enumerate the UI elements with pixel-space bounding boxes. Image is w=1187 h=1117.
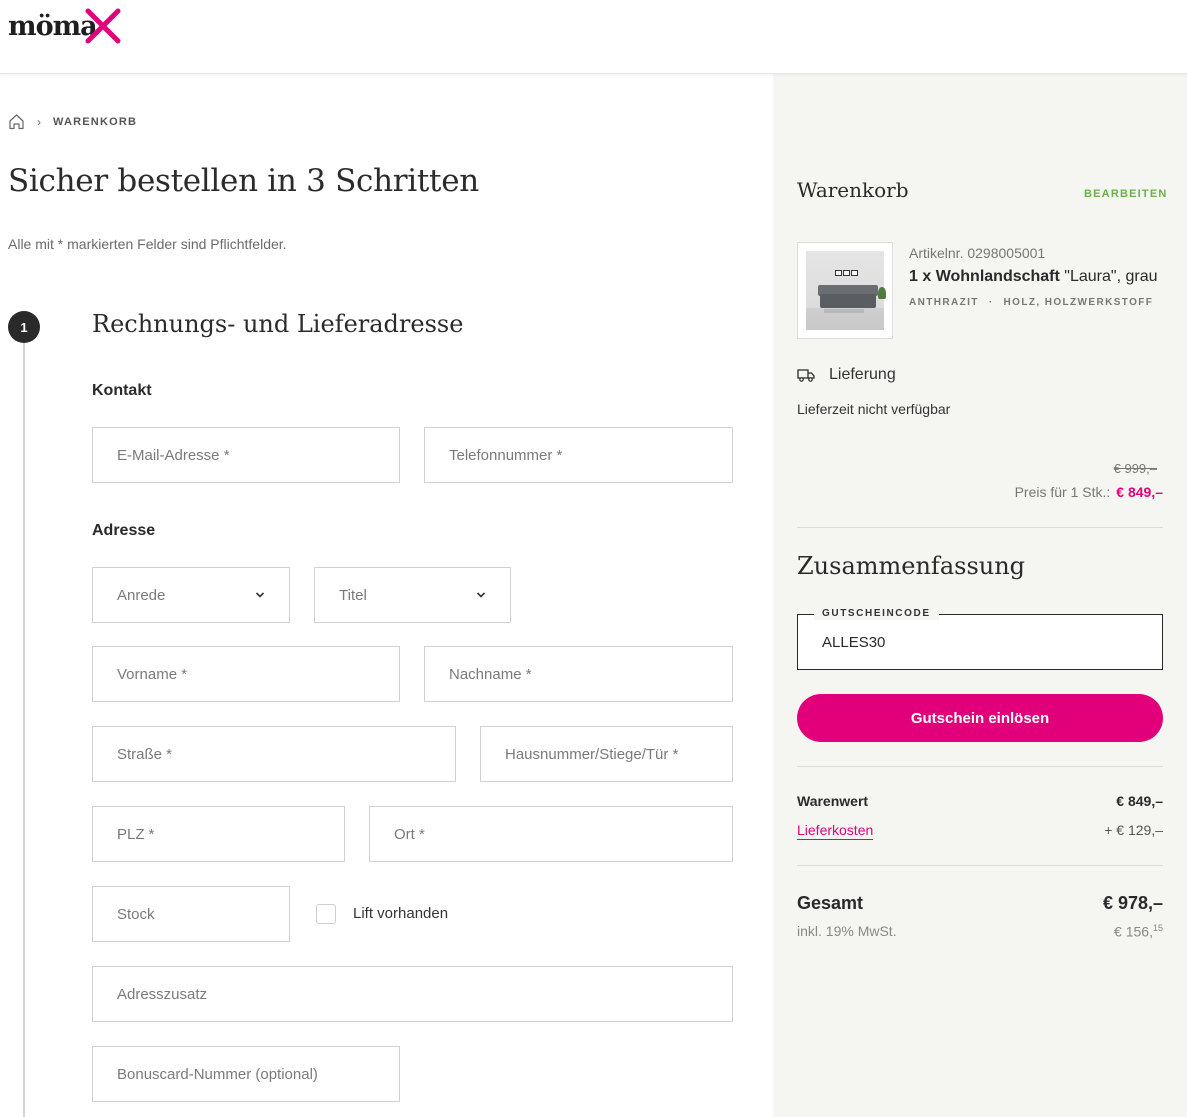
street-placeholder: Straße * [117,745,173,763]
chevron-right-icon: › [37,114,41,129]
step-title: Rechnungs- und Lieferadresse [92,310,464,338]
address-label: Adresse [92,522,156,539]
phone-field[interactable]: Telefonnummer * [424,427,733,483]
email-field[interactable]: E-Mail-Adresse * [92,427,400,483]
wall-frame [835,270,842,276]
shipping-cost-link[interactable]: Lieferkosten [797,822,874,840]
salutation-value: Anrede [117,586,166,604]
truck-icon [797,369,815,382]
article-number: Artikelnr. 0298005001 [909,245,1046,261]
zip-field[interactable]: PLZ * [92,806,345,862]
shipping-cost-row: Lieferkosten [797,822,874,840]
delivery-row: Lieferung [797,366,896,384]
goods-value-label: Warenwert [797,793,869,809]
product-image[interactable] [797,242,893,339]
wall-frame [851,270,858,276]
product-attributes: ANTHRAZIT · HOLZ, HOLZWERKSTOFF [909,297,1153,308]
page-title: Sicher bestellen in 3 Schritten [8,163,479,199]
attr-material: HOLZ, HOLZWERKSTOFF [1003,297,1154,308]
phone-placeholder: Telefonnummer * [449,446,563,464]
product-photo [806,251,886,330]
delivery-label: Lieferung [829,366,896,383]
zip-placeholder: PLZ * [117,825,155,843]
momax-logo[interactable]: möma [8,8,121,44]
address-extra-field[interactable]: Adresszusatz [92,966,733,1022]
total-value: € 978,– [1102,893,1163,913]
unit-price-label: Preis für 1 Stk.: [1014,484,1111,500]
housenumber-field[interactable]: Hausnummer/Stiege/Tür * [480,726,733,782]
tax-value: € 156,15 [1114,923,1163,940]
plant [878,287,886,299]
divider [797,865,1163,866]
lastname-field[interactable]: Nachname * [424,646,733,702]
total-label: Gesamt [797,893,864,913]
voucher-label: GUTSCHEINCODE [814,608,939,620]
unit-price: € 849,– [1116,484,1163,500]
divider [797,766,1163,767]
logo-x-icon [85,8,121,44]
edit-cart-link[interactable]: BEARBEITEN [1084,188,1168,200]
lastname-placeholder: Nachname * [449,665,532,683]
sofa-seat [820,294,876,308]
step-progress-line [23,343,25,1117]
cart-sidebar [773,74,1187,1117]
firstname-placeholder: Vorname * [117,665,188,683]
city-field[interactable]: Ort * [369,806,733,862]
housenumber-placeholder: Hausnummer/Stiege/Tür * [505,745,679,763]
divider [797,527,1163,528]
attr-color: ANTHRAZIT [909,297,979,308]
product-qty-name: 1 x Wohnlandschaft [909,268,1060,285]
redeem-voucher-button[interactable]: Gutschein einlösen [797,694,1163,742]
home-icon[interactable] [8,113,25,130]
product-name-suffix: "Laura", grau [1059,268,1158,285]
voucher-code-input[interactable]: GUTSCHEINCODE ALLES30 [797,608,1163,670]
required-fields-note: Alle mit * markierten Felder sind Pflich… [8,236,287,252]
bonuscard-field[interactable]: Bonuscard-Nummer (optional) [92,1046,400,1102]
lift-checkbox[interactable] [316,904,336,924]
summary-title: Zusammenfassung [797,552,1026,580]
floor-field[interactable]: Stock [92,886,290,942]
site-header: möma [0,0,1187,74]
goods-value: € 849,– [1116,793,1163,809]
old-price: € 999,– [1113,461,1157,476]
shipping-cost-value: + € 129,– [1104,822,1163,838]
tax-cents: 15 [1152,923,1163,933]
tax-label: inkl. 19% MwSt. [797,923,897,939]
street-field[interactable]: Straße * [92,726,456,782]
wall-frame [843,270,850,276]
city-placeholder: Ort * [394,825,425,843]
rug [824,309,864,313]
bonuscard-placeholder: Bonuscard-Nummer (optional) [117,1065,318,1083]
delivery-time: Lieferzeit nicht verfügbar [797,401,951,417]
tax-amount: € 156, [1114,923,1153,940]
title-value: Titel [339,586,367,604]
voucher-value: ALLES30 [822,634,886,651]
chevron-down-icon [255,592,265,598]
cart-title: Warenkorb [797,178,909,202]
floor-placeholder: Stock [117,905,155,923]
salutation-select[interactable]: Anrede [92,567,290,623]
firstname-field[interactable]: Vorname * [92,646,400,702]
step-number-badge: 1 [8,311,40,343]
email-placeholder: E-Mail-Adresse * [117,446,230,464]
title-select[interactable]: Titel [314,567,511,623]
breadcrumb-current: WARENKORB [53,115,138,128]
unit-price-row: Preis für 1 Stk.: € 849,– [1015,484,1163,500]
chevron-down-icon [476,592,486,598]
contact-label: Kontakt [92,382,152,399]
product-name[interactable]: 1 x Wohnlandschaft "Laura", grau [909,268,1157,286]
lift-checkbox-label[interactable]: Lift vorhanden [353,905,448,922]
attr-separator: · [988,297,994,308]
address-extra-placeholder: Adresszusatz [117,985,208,1003]
breadcrumb: › WARENKORB [8,113,137,130]
